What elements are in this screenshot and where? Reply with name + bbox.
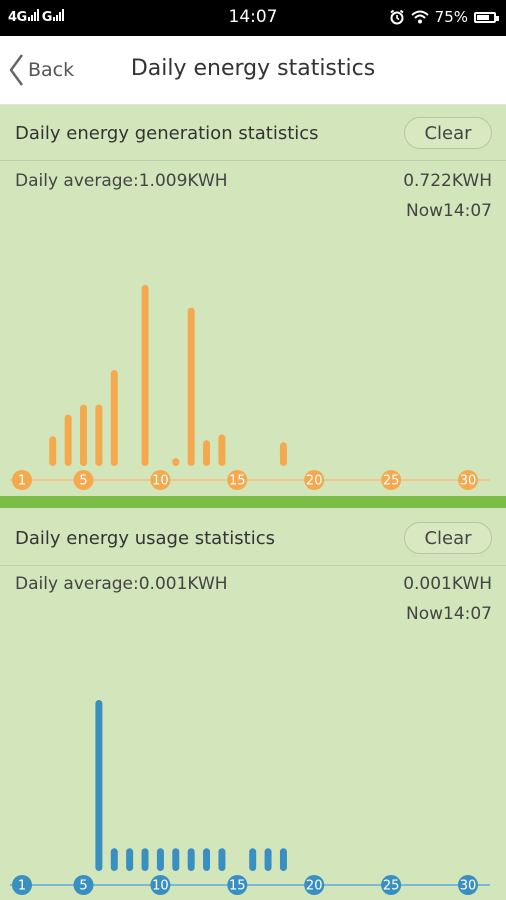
- x-tick-label: 5: [79, 474, 87, 489]
- bar-day-9: [141, 848, 149, 871]
- status-bar: 4G G 14:07 75%: [0, 0, 506, 36]
- generation-now-time: Now14:07: [405, 201, 492, 221]
- bar-day-14: [218, 434, 226, 466]
- generation-today-value: 0.722KWH: [403, 171, 492, 191]
- x-tick-30: 30: [458, 470, 478, 490]
- x-tick-30: 30: [458, 875, 478, 895]
- x-tick-label: 20: [306, 474, 323, 489]
- x-tick-label: 10: [152, 474, 169, 489]
- x-tick-label: 25: [383, 879, 400, 894]
- bar-day-12: [187, 848, 195, 871]
- x-tick-label: 20: [306, 879, 323, 894]
- bar-day-12: [187, 307, 195, 466]
- bar-day-10: [156, 848, 164, 871]
- x-tick-15: 15: [227, 470, 248, 490]
- bar-day-18: [279, 848, 287, 871]
- x-tick-20: 20: [304, 875, 325, 895]
- bar-day-14: [218, 848, 226, 871]
- usage-chart: 1 5 10 15 20 25 30: [10, 700, 490, 895]
- usage-now-time: Now14:07: [405, 604, 492, 624]
- bar-day-6: [95, 404, 103, 466]
- x-tick-label: 30: [460, 474, 477, 489]
- x-tick-label: 10: [152, 879, 169, 894]
- x-tick-5: 5: [73, 875, 94, 895]
- generation-average: Daily average:1.009KWH: [15, 171, 228, 191]
- x-tick-25: 25: [381, 875, 402, 895]
- battery-icon: [474, 11, 499, 23]
- x-tick-5: 5: [73, 470, 94, 490]
- section-separator: [0, 496, 506, 508]
- x-tick-label: 30: [460, 879, 477, 894]
- bar-day-5: [80, 404, 88, 466]
- wifi-icon: [410, 10, 429, 24]
- usage-average: Daily average:0.001KWH: [15, 574, 228, 594]
- generation-divider: [0, 160, 506, 161]
- bar-day-18: [279, 442, 287, 466]
- bar-day-11: [172, 848, 180, 871]
- x-tick-1: 1: [12, 470, 32, 490]
- generation-title: Daily energy generation statistics: [15, 123, 319, 144]
- x-tick-15: 15: [227, 875, 248, 895]
- x-tick-label: 15: [229, 879, 246, 894]
- x-tick-label: 25: [383, 474, 400, 489]
- bar-day-13: [203, 848, 211, 871]
- x-tick-label: 15: [229, 474, 246, 489]
- generation-clear-button[interactable]: Clear: [404, 117, 492, 149]
- generation-section: Daily energy generation statistics Clear…: [0, 105, 506, 496]
- app-bar: Back Daily energy statistics: [0, 36, 506, 105]
- battery-fill: [477, 14, 489, 20]
- x-tick-10: 10: [150, 875, 171, 895]
- x-tick-label: 5: [79, 879, 87, 894]
- bar-day-11: [172, 458, 180, 466]
- bar-day-9: [141, 284, 149, 466]
- usage-today-value: 0.001KWH: [403, 574, 492, 594]
- bar-day-7: [110, 848, 118, 871]
- generation-chart: 1 5 10 15 20 25 30: [10, 284, 490, 490]
- bar-day-7: [110, 369, 118, 466]
- bar-day-16: [249, 848, 257, 871]
- bar-day-13: [203, 440, 211, 466]
- alarm-icon: [390, 9, 404, 25]
- x-tick-label: 1: [18, 879, 26, 894]
- x-tick-label: 1: [18, 474, 26, 489]
- bar-day-4: [64, 414, 72, 466]
- page-title: Daily energy statistics: [130, 56, 376, 81]
- bar-day-6: [95, 700, 103, 871]
- usage-title: Daily energy usage statistics: [15, 528, 275, 549]
- x-tick-1: 1: [12, 875, 32, 895]
- bar-day-3: [49, 436, 57, 466]
- battery-percent: 75%: [434, 8, 468, 26]
- x-tick-10: 10: [150, 470, 171, 490]
- usage-section: Daily energy usage statistics Clear Dail…: [0, 508, 506, 900]
- x-tick-25: 25: [381, 470, 402, 490]
- usage-divider: [0, 565, 506, 566]
- usage-clear-button[interactable]: Clear: [404, 522, 492, 554]
- x-tick-20: 20: [304, 470, 325, 490]
- bar-day-17: [264, 848, 272, 871]
- bar-day-8: [126, 848, 134, 871]
